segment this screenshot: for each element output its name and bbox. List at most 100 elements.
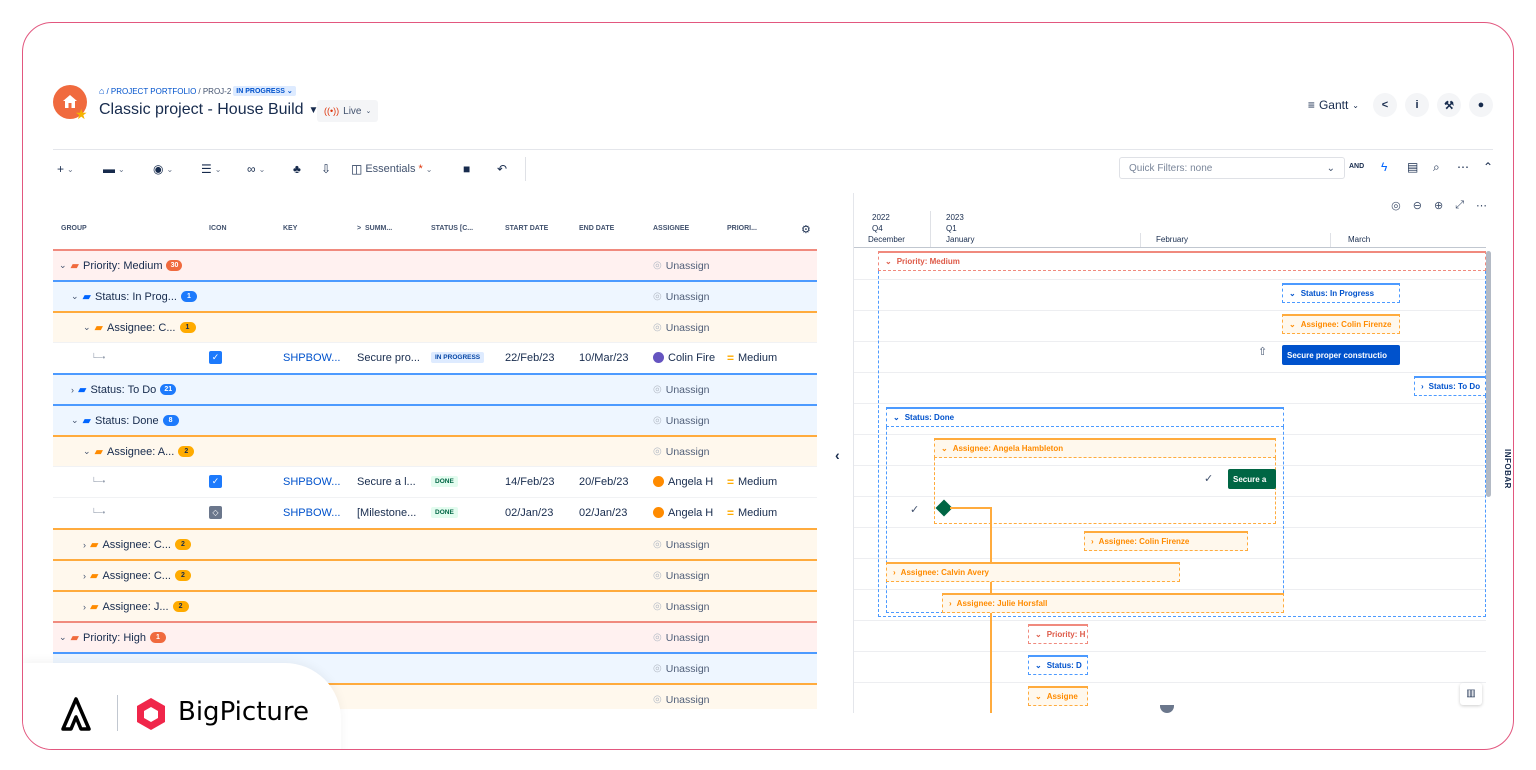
- assignee-cell[interactable]: ◎ Unassign: [653, 561, 710, 590]
- gantt-bar-task-secure[interactable]: Secure proper constructio: [1282, 345, 1400, 365]
- chevron-down-icon[interactable]: ⌄: [83, 322, 91, 333]
- chevron-up-icon[interactable]: ⌃: [1483, 160, 1493, 174]
- gantt-bar-priority-medium[interactable]: ⌄ Priority: Medium: [878, 251, 1486, 271]
- link-menu[interactable]: ∞ ⌄: [247, 158, 265, 180]
- gantt-bar-assignee-short[interactable]: ⌄ Assigne: [1028, 686, 1088, 706]
- col-key[interactable]: KEY: [283, 225, 297, 232]
- lightning-icon[interactable]: ϟ: [1381, 160, 1387, 174]
- tools-button[interactable]: ⚒: [1437, 93, 1461, 117]
- key-cell[interactable]: SHPBOW...: [283, 467, 340, 496]
- quick-filters-select[interactable]: Quick Filters: none ⌄: [1119, 157, 1345, 179]
- group-row-assignee[interactable]: › ▰ Assignee: C... 2 ◎ Unassign: [53, 528, 817, 559]
- col-group[interactable]: GROUP: [61, 225, 87, 232]
- assignee-cell[interactable]: ◎ Unassign: [653, 592, 710, 621]
- gantt-bar-status-done[interactable]: ⌄ Status: Done: [886, 407, 1284, 427]
- gear-icon[interactable]: ⚙: [801, 223, 811, 236]
- status-cell[interactable]: DONE: [431, 467, 458, 496]
- gantt-bar-assignee-colin-2[interactable]: › Assignee: Colin Firenze: [1084, 531, 1248, 551]
- col-end-date[interactable]: END DATE: [579, 225, 614, 232]
- key-cell[interactable]: SHPBOW...: [283, 343, 340, 372]
- group-row-assignee[interactable]: ⌄ ▰ Assignee: C... 1 ◎ Unassign: [53, 311, 817, 342]
- user-button[interactable]: ●: [1469, 93, 1493, 117]
- map-icon[interactable]: ▥: [1460, 683, 1482, 705]
- priority-cell[interactable]: = Medium: [727, 498, 777, 527]
- more-icon[interactable]: ⋯: [1457, 160, 1469, 174]
- chevron-down-icon[interactable]: ⌄: [83, 446, 91, 457]
- end-date-cell[interactable]: 20/Feb/23: [579, 467, 629, 496]
- priority-cell[interactable]: = Medium: [727, 343, 777, 372]
- col-assignee[interactable]: ASSIGNEE: [653, 225, 689, 232]
- end-date-cell[interactable]: 02/Jan/23: [579, 498, 627, 527]
- col-priority[interactable]: PRIORI...: [727, 225, 757, 232]
- group-row-status[interactable]: › ▰ Status: To Do 21 ◎ Unassign: [53, 373, 817, 404]
- assignee-cell[interactable]: ◎ Unassign: [653, 654, 710, 683]
- more-icon[interactable]: ⋯: [1476, 199, 1487, 212]
- breadcrumb-portfolio[interactable]: / PROJECT PORTFOLIO: [106, 87, 196, 96]
- assignee-cell[interactable]: ◎ Unassign: [653, 623, 710, 652]
- start-date-cell[interactable]: 14/Feb/23: [505, 467, 555, 496]
- search-icon[interactable]: ⌕: [1433, 160, 1440, 175]
- and-toggle[interactable]: AND: [1349, 163, 1364, 170]
- assignee-cell[interactable]: ◎ Unassign: [653, 685, 710, 709]
- gantt-bar-status-d[interactable]: ⌄ Status: D: [1028, 655, 1088, 675]
- team-button[interactable]: ♣: [293, 158, 301, 180]
- gantt-bar-status-in-progress[interactable]: ⌄ Status: In Progress: [1282, 283, 1400, 303]
- save-button[interactable]: ■: [463, 158, 470, 180]
- chevron-right-icon[interactable]: ›: [83, 540, 86, 550]
- gantt-bar-assignee-calvin[interactable]: › Assignee: Calvin Avery: [886, 562, 1180, 582]
- infobar-toggle[interactable]: INFOBAR: [1503, 449, 1512, 489]
- chevron-down-icon[interactable]: ⌄: [71, 291, 79, 302]
- zoom-in-icon[interactable]: ⊕: [1434, 199, 1443, 212]
- resize-handle[interactable]: [1160, 705, 1174, 713]
- home-icon[interactable]: ⌂: [99, 86, 104, 96]
- col-summary[interactable]: > SUMM...: [357, 225, 392, 232]
- columns-menu[interactable]: ☰ ⌄: [201, 158, 221, 180]
- live-button[interactable]: ((•)) Live ⌄: [317, 100, 379, 122]
- end-date-cell[interactable]: 10/Mar/23: [579, 343, 629, 372]
- gantt-bar-task-secure-a[interactable]: Secure a: [1228, 469, 1276, 489]
- assignee-cell[interactable]: Colin Fire: [653, 343, 715, 372]
- group-row-priority[interactable]: ⌄ ▰ Priority: High 1 ◎ Unassign: [53, 621, 817, 652]
- assignee-cell[interactable]: Angela H: [653, 498, 713, 527]
- summary-cell[interactable]: Secure pro...: [357, 343, 420, 372]
- assignee-cell[interactable]: Angela H: [653, 467, 713, 496]
- status-cell[interactable]: IN PROGRESS: [431, 343, 485, 372]
- col-status[interactable]: STATUS [C...: [431, 225, 473, 232]
- essentials-menu[interactable]: ◫ Essentials * ⌄: [351, 158, 432, 180]
- view-switcher[interactable]: ≡ Gantt ⌄: [1302, 94, 1365, 116]
- project-avatar[interactable]: ★: [53, 85, 88, 121]
- assignee-cell[interactable]: ◎ Unassign: [653, 530, 710, 559]
- start-date-cell[interactable]: 22/Feb/23: [505, 343, 555, 372]
- assignee-cell[interactable]: ◎ Unassign: [653, 437, 710, 466]
- gantt-scrollbar[interactable]: [1486, 251, 1491, 497]
- chevron-right-icon[interactable]: ›: [71, 385, 74, 395]
- col-start-date[interactable]: START DATE: [505, 225, 548, 232]
- breadcrumb-key[interactable]: / PROJ-2: [198, 87, 231, 96]
- start-date-cell[interactable]: 02/Jan/23: [505, 498, 553, 527]
- add-button[interactable]: + ⌄: [57, 158, 74, 180]
- group-row-status[interactable]: ⌄ ▰ Status: In Prog... 1 ◎ Unassign: [53, 280, 817, 311]
- gantt-bar-priority-high[interactable]: ⌄ Priority: H: [1028, 624, 1088, 644]
- folder-menu[interactable]: ▬ ⌄: [103, 158, 125, 180]
- share-button[interactable]: <: [1373, 93, 1397, 117]
- info-button[interactable]: i: [1405, 93, 1429, 117]
- chevron-right-icon[interactable]: ›: [83, 602, 86, 612]
- view-options-menu[interactable]: ◉ ⌄: [153, 158, 173, 180]
- chevron-down-icon[interactable]: ⌄: [71, 415, 79, 426]
- chevron-down-icon[interactable]: ⌄: [59, 632, 67, 643]
- chevron-right-icon[interactable]: ›: [83, 571, 86, 581]
- group-row-assignee[interactable]: › ▰ Assignee: J... 2 ◎ Unassign: [53, 590, 817, 621]
- assignee-cell[interactable]: ◎ Unassign: [653, 375, 710, 404]
- priority-cell[interactable]: = Medium: [727, 467, 777, 496]
- chevron-down-icon[interactable]: ⌄: [59, 260, 67, 271]
- gantt-bar-assignee-angela[interactable]: ⌄ Assignee: Angela Hambleton: [934, 438, 1276, 458]
- summary-cell[interactable]: [Milestone...: [357, 498, 416, 527]
- upload-icon[interactable]: ⇧: [1258, 345, 1267, 358]
- status-badge[interactable]: IN PROGRESS ⌄: [233, 86, 296, 96]
- col-icon[interactable]: ICON: [209, 225, 227, 232]
- task-row[interactable]: └─• ✓ SHPBOW... Secure a l... DONE 14/Fe…: [53, 466, 817, 497]
- gantt-bar-assignee-colin[interactable]: ⌄ Assignee: Colin Firenze: [1282, 314, 1400, 334]
- key-cell[interactable]: SHPBOW...: [283, 498, 340, 527]
- assignee-cell[interactable]: ◎ Unassign: [653, 406, 710, 435]
- gantt-bar-status-todo[interactable]: › Status: To Do: [1414, 376, 1486, 396]
